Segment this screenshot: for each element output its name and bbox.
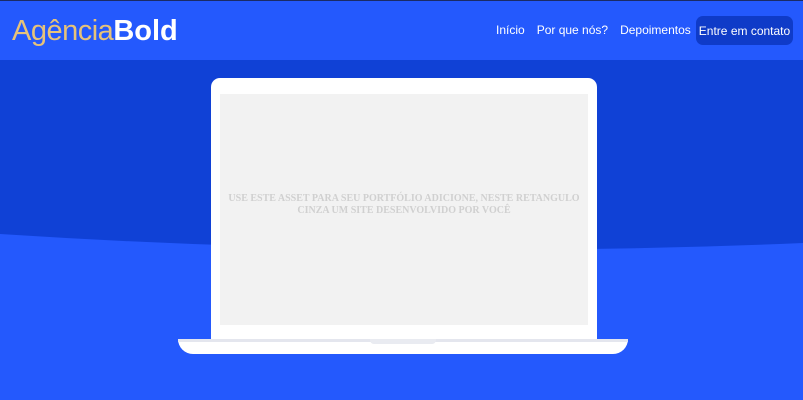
laptop-mockup: USE ESTE ASSET PARA SEU PORTFÓLIO ADICIO… — [0, 0, 803, 400]
laptop-screen-placeholder: USE ESTE ASSET PARA SEU PORTFÓLIO ADICIO… — [220, 94, 588, 325]
placeholder-text: USE ESTE ASSET PARA SEU PORTFÓLIO ADICIO… — [228, 193, 580, 216]
laptop-notch — [370, 339, 436, 344]
